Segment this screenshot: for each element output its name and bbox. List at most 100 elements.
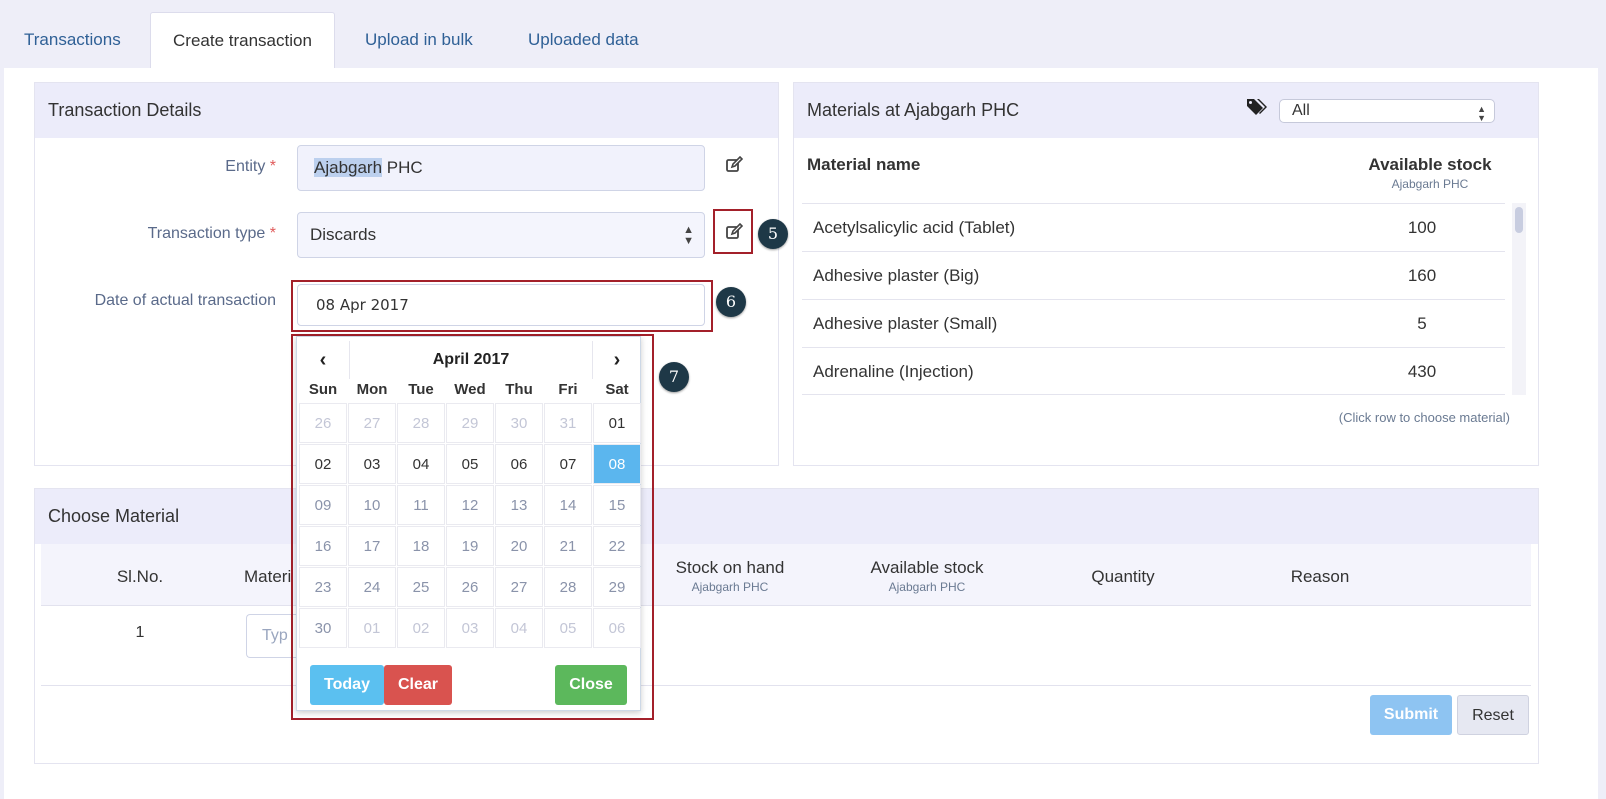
- calendar-day[interactable]: 19: [446, 526, 494, 566]
- calendar-day[interactable]: 25: [397, 567, 445, 607]
- entity-value-rest: PHC: [382, 158, 423, 177]
- material-row[interactable]: Acetylsalicylic acid (Tablet) 100: [802, 203, 1505, 251]
- calendar-day[interactable]: 04: [495, 608, 543, 648]
- calendar-day[interactable]: 16: [299, 526, 347, 566]
- col-available-label: Available stock: [870, 558, 984, 577]
- col-available-sub: Ajabgarh PHC: [888, 580, 966, 594]
- required-mark: *: [269, 158, 276, 175]
- calendar-day[interactable]: 20: [495, 526, 543, 566]
- calendar-day[interactable]: 27: [348, 403, 396, 443]
- dow-tue: Tue: [408, 381, 434, 398]
- dow-sun: Sun: [308, 381, 338, 398]
- calendar-month-title[interactable]: April 2017: [349, 341, 593, 379]
- transaction-type-select[interactable]: Discards ▲ ▼: [297, 212, 705, 258]
- calendar-day[interactable]: 29: [446, 403, 494, 443]
- transaction-type-label: Transaction type *: [60, 225, 276, 243]
- calendar-day[interactable]: 01: [593, 403, 641, 443]
- material-row-name: Adrenaline (Injection): [813, 362, 974, 381]
- calendar-day[interactable]: 02: [397, 608, 445, 648]
- calendar-day[interactable]: 05: [446, 444, 494, 484]
- calendar-day[interactable]: 02: [299, 444, 347, 484]
- material-filter-select[interactable]: All ▲ ▼: [1279, 99, 1495, 123]
- col-quantity: Quantity: [1091, 567, 1155, 586]
- entity-field[interactable]: Ajabgarh PHC: [297, 145, 705, 191]
- calendar-day[interactable]: 04: [397, 444, 445, 484]
- material-row[interactable]: Adrenaline (Injection) 430: [802, 347, 1505, 395]
- tab-uploaded-data[interactable]: Uploaded data: [506, 12, 661, 68]
- calendar-day[interactable]: 31: [544, 403, 592, 443]
- tags-icon: [1247, 99, 1267, 115]
- tab-transactions[interactable]: Transactions: [2, 12, 143, 68]
- material-row[interactable]: Adhesive plaster (Big) 160: [802, 251, 1505, 299]
- close-button[interactable]: Close: [555, 665, 627, 705]
- scrollbar-thumb[interactable]: [1515, 207, 1523, 233]
- col-reason: Reason: [1290, 567, 1350, 586]
- transaction-details-title: Transaction Details: [35, 83, 778, 138]
- calendar-day[interactable]: 17: [348, 526, 396, 566]
- entity-label: Entity *: [100, 158, 276, 176]
- col-slno: Sl.No.: [116, 567, 164, 586]
- material-row-stock: 100: [1407, 218, 1437, 237]
- calendar-day[interactable]: 23: [299, 567, 347, 607]
- calendar-day[interactable]: 27: [495, 567, 543, 607]
- materials-hint: (Click row to choose material): [1338, 410, 1510, 425]
- edit-transaction-type-icon[interactable]: [725, 223, 743, 241]
- calendar-day[interactable]: 14: [544, 485, 592, 525]
- choose-material-title: Choose Material: [35, 489, 1538, 544]
- calendar-day[interactable]: 03: [348, 444, 396, 484]
- col-available-stock-choose: Available stock Ajabgarh PHC: [847, 558, 1007, 594]
- calendar-day[interactable]: 15: [593, 485, 641, 525]
- date-picker: ‹ April 2017 › Sun Mon Tue Wed Thu Fri S…: [296, 336, 641, 711]
- calendar-day[interactable]: 28: [544, 567, 592, 607]
- entity-label-text: Entity: [225, 158, 266, 175]
- calendar-day[interactable]: 26: [299, 403, 347, 443]
- date-input[interactable]: 08 Apr 2017: [297, 284, 705, 326]
- next-month-button[interactable]: ›: [593, 341, 641, 379]
- material-row-stock: 5: [1417, 314, 1427, 333]
- material-row[interactable]: Adhesive plaster (Small) 5: [802, 299, 1505, 347]
- calendar-day[interactable]: 13: [495, 485, 543, 525]
- calendar-day[interactable]: 26: [446, 567, 494, 607]
- tab-create-transaction[interactable]: Create transaction: [150, 12, 335, 69]
- calendar-day[interactable]: 24: [348, 567, 396, 607]
- calendar-day[interactable]: 05: [544, 608, 592, 648]
- calendar-day[interactable]: 06: [495, 444, 543, 484]
- calendar-day[interactable]: 22: [593, 526, 641, 566]
- today-button[interactable]: Today: [310, 665, 384, 705]
- clear-button[interactable]: Clear: [384, 665, 452, 705]
- prev-month-button[interactable]: ‹: [299, 341, 347, 379]
- calendar-day[interactable]: 10: [348, 485, 396, 525]
- calendar-day[interactable]: 09: [299, 485, 347, 525]
- calendar-day[interactable]: 30: [495, 403, 543, 443]
- date-label: Date of actual transaction: [94, 292, 276, 309]
- calendar-day[interactable]: 30: [299, 608, 347, 648]
- calendar-day[interactable]: 21: [544, 526, 592, 566]
- col-stock-on-hand-sub: Ajabgarh PHC: [691, 580, 769, 594]
- material-row-name: Adhesive plaster (Big): [813, 266, 980, 285]
- calendar-day[interactable]: 29: [593, 567, 641, 607]
- reset-button[interactable]: Reset: [1457, 695, 1529, 735]
- submit-button[interactable]: Submit: [1370, 695, 1452, 735]
- calendar-day[interactable]: 18: [397, 526, 445, 566]
- calendar-day[interactable]: 01: [348, 608, 396, 648]
- row-number: 1: [135, 624, 145, 641]
- calendar-day[interactable]: 12: [446, 485, 494, 525]
- dow-mon: Mon: [356, 381, 388, 398]
- callout-badge-7: 7: [659, 362, 689, 392]
- material-row-stock: 430: [1407, 362, 1437, 381]
- calendar-day[interactable]: 07: [544, 444, 592, 484]
- materials-scrollbar[interactable]: [1512, 203, 1526, 395]
- material-filter-value: All: [1292, 102, 1310, 119]
- col-material-name: Material name: [807, 155, 921, 174]
- calendar-day[interactable]: 28: [397, 403, 445, 443]
- transaction-type-value: Discards: [310, 225, 377, 244]
- edit-entity-icon[interactable]: [725, 156, 743, 174]
- callout-badge-6: 6: [716, 287, 746, 317]
- calendar-day[interactable]: 03: [446, 608, 494, 648]
- calendar-day[interactable]: 11: [397, 485, 445, 525]
- transaction-type-label-text: Transaction type: [147, 225, 266, 242]
- tab-upload-in-bulk[interactable]: Upload in bulk: [343, 12, 495, 68]
- calendar-day[interactable]: 06: [593, 608, 641, 648]
- dow-fri: Fri: [558, 381, 578, 398]
- calendar-day[interactable]: 08: [593, 444, 641, 484]
